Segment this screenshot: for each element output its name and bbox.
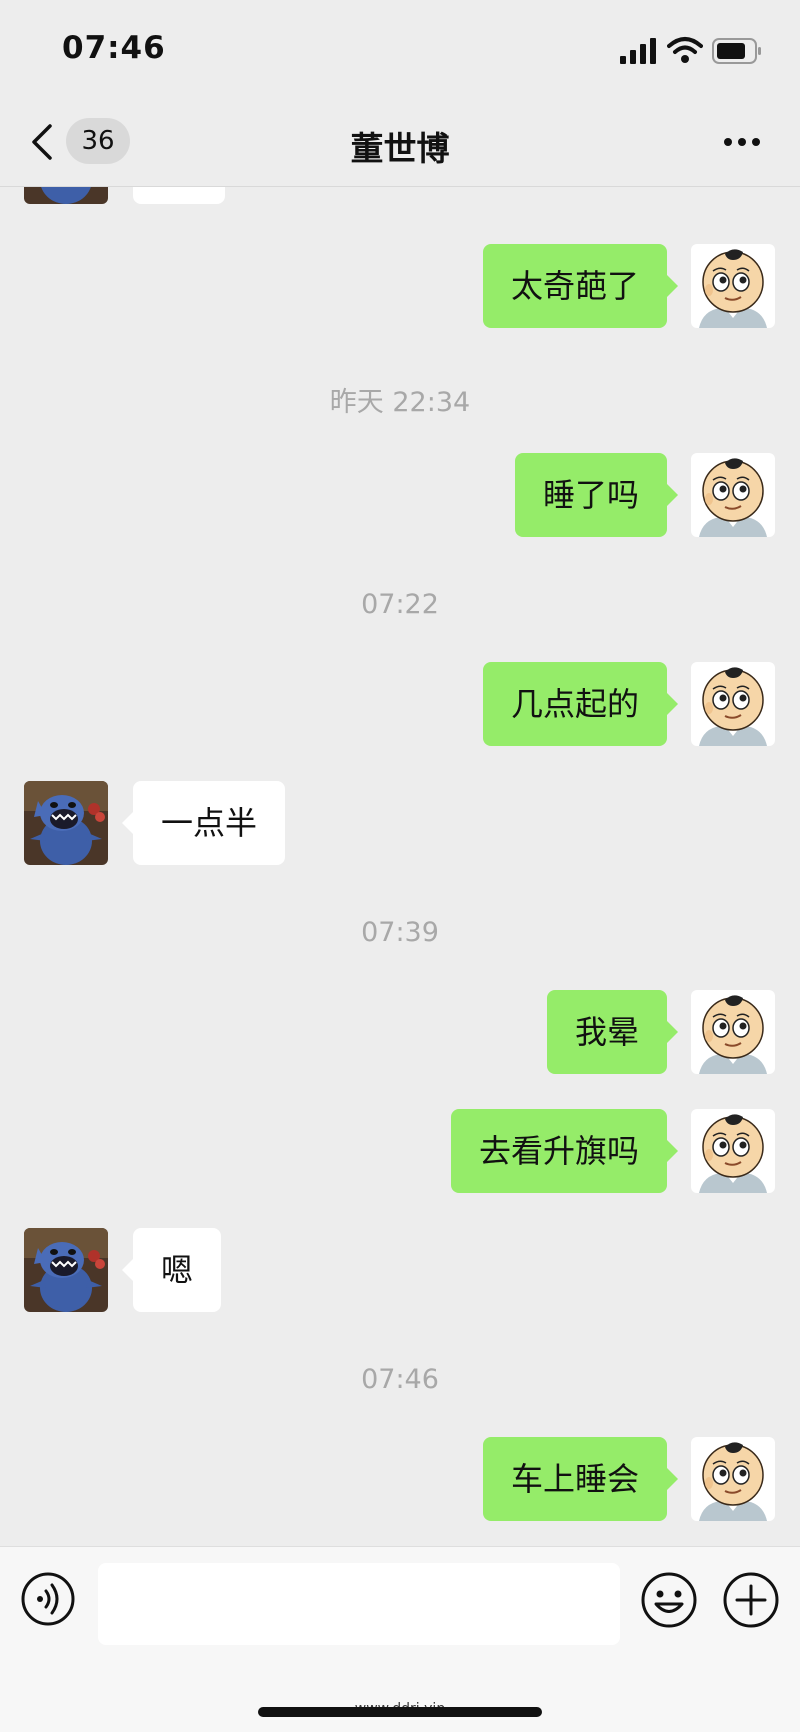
chat-header: 36 董世博 — [0, 100, 800, 187]
input-bar: www.ddrj.vip — [0, 1546, 800, 1732]
more-icon[interactable] — [722, 130, 762, 154]
signal-icon — [620, 38, 656, 64]
voice-icon[interactable] — [20, 1571, 76, 1627]
contact-avatar[interactable] — [24, 1228, 108, 1312]
my-avatar[interactable] — [691, 453, 775, 537]
my-avatar[interactable] — [691, 990, 775, 1074]
my-avatar[interactable] — [691, 1437, 775, 1521]
chat-title: 董世博 — [350, 129, 450, 168]
message-bubble-sent[interactable]: 我晕 — [546, 990, 679, 1074]
my-avatar[interactable] — [691, 1109, 775, 1193]
message-input[interactable] — [98, 1563, 620, 1645]
plus-icon[interactable] — [722, 1571, 780, 1629]
contact-avatar[interactable] — [24, 781, 108, 865]
timestamp: 07:39 — [361, 917, 439, 948]
contact-avatar[interactable] — [24, 186, 108, 204]
battery-icon — [712, 38, 761, 64]
timestamp: 07:22 — [361, 589, 439, 620]
my-avatar[interactable] — [691, 244, 775, 328]
message-list[interactable]: 太奇葩了 昨天 22:34 睡了吗 07:22 几点起的 一点半 07:39 我… — [0, 186, 800, 1546]
emoji-icon[interactable] — [640, 1571, 698, 1629]
my-avatar[interactable] — [691, 662, 775, 746]
status-time: 07:46 — [62, 30, 166, 66]
back-icon[interactable] — [26, 122, 60, 162]
status-bar: 07:46 — [0, 0, 800, 100]
timestamp: 昨天 22:34 — [329, 387, 471, 418]
home-indicator[interactable] — [258, 1707, 542, 1717]
message-bubble-sent[interactable]: 车上睡会 — [482, 1437, 679, 1521]
message-bubble-received[interactable]: 一点半 — [121, 781, 286, 865]
message-bubble-received — [133, 186, 225, 204]
wifi-icon — [667, 37, 703, 63]
unread-count-badge[interactable]: 36 — [66, 118, 130, 164]
message-bubble-sent[interactable]: 太奇葩了 — [482, 244, 679, 328]
message-bubble-sent[interactable]: 睡了吗 — [514, 453, 679, 537]
message-bubble-received[interactable]: 嗯 — [121, 1228, 222, 1312]
message-bubble-sent[interactable]: 去看升旗吗 — [450, 1109, 679, 1193]
timestamp: 07:46 — [361, 1364, 439, 1395]
message-bubble-sent[interactable]: 几点起的 — [482, 662, 679, 746]
